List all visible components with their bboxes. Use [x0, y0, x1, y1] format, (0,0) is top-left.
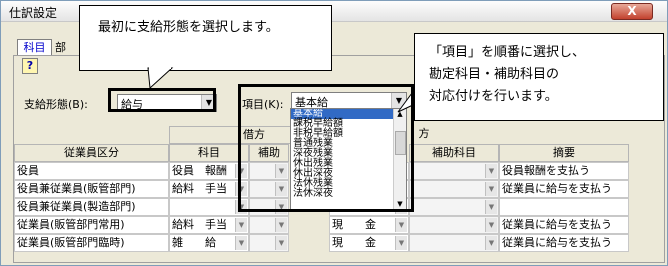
- callout-right-line3: 対応付けを行います。: [429, 89, 558, 104]
- callout-right-line1: 「項目」を順番に選択し、: [429, 45, 586, 60]
- callout-right-line2: 勘定科目・補助科目の: [429, 67, 560, 82]
- callout-right: 「項目」を順番に選択し、 勘定科目・補助科目の 対応付けを行います。: [414, 33, 664, 121]
- screenshot: 仕訳設定 X 科目 部 ? 支給形態(B): 給与 ▼ 項目(K): 基本給 ▼…: [0, 0, 668, 266]
- highlight-item-dropdown: [238, 84, 414, 212]
- highlight-pay-form: [108, 88, 216, 112]
